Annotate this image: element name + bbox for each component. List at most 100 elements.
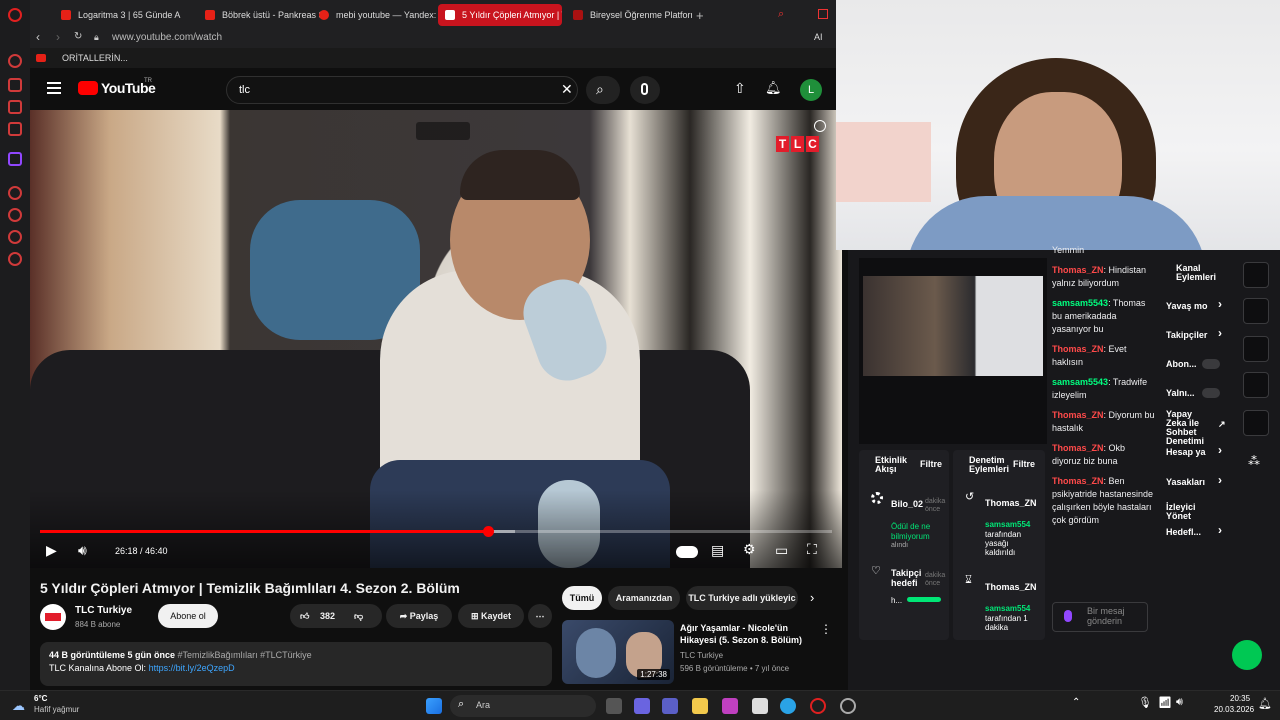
recommendation-thumbnail[interactable]: 1:27:38 (562, 620, 674, 684)
subscribe-button[interactable]: Abone ol (158, 604, 218, 628)
more-options-icon[interactable]: ⋮ (820, 622, 832, 636)
chat-username[interactable]: Thomas_ZN (1052, 265, 1104, 275)
save-button[interactable]: ⊞ Kaydet (458, 604, 524, 628)
play-icon[interactable]: ▶ (46, 542, 57, 559)
add-widget-icon[interactable]: ⁂ (1248, 454, 1260, 468)
channel-action-item[interactable]: Yasakları › (1166, 474, 1228, 487)
notifications-icon[interactable]: 🔔︎ (765, 80, 782, 96)
channel-action-item[interactable]: İzleyici Yönet (1166, 503, 1228, 521)
activity-filter[interactable]: Filtre (920, 459, 942, 469)
reload-icon[interactable]: ↻ (74, 31, 82, 42)
progress-bar[interactable] (40, 526, 832, 537)
chat-username[interactable]: Thomas_ZN (1052, 476, 1104, 486)
task-view-icon[interactable] (606, 698, 622, 714)
activity-rail-icon[interactable] (1243, 262, 1269, 288)
app-icon[interactable] (722, 698, 738, 714)
tab-bireysel[interactable]: Bireysel Öğrenme Platform (566, 4, 692, 26)
miniplayer-controls[interactable] (416, 122, 470, 140)
edge-icon[interactable] (780, 698, 796, 714)
clock-time[interactable]: 20:35 (1230, 694, 1250, 703)
avatar[interactable]: L (800, 79, 822, 101)
channel-action-item[interactable]: Yapay Zeka ile Sohbet Denetimi ↗ (1166, 410, 1228, 446)
channel-action-item[interactable]: Yalnı... (1166, 388, 1228, 398)
support-headset-icon[interactable] (1232, 640, 1262, 670)
info-icon[interactable] (814, 120, 826, 132)
description-box[interactable]: 44 B görüntüleme 5 gün önce #TemizlikBağ… (40, 642, 552, 686)
start-menu-icon[interactable] (426, 698, 442, 714)
settings-gear-icon[interactable]: ⚙ (743, 541, 756, 558)
wifi-icon[interactable]: 📶︎ (1158, 696, 1172, 709)
chip-all[interactable]: Tümü (562, 586, 602, 610)
like-count[interactable]: 382 (320, 604, 335, 628)
taskbar-search[interactable]: ⌕ Ara (450, 695, 596, 717)
extensions-icon[interactable] (8, 230, 22, 244)
opera-gx-icon[interactable] (840, 698, 856, 714)
tab-bobrek[interactable]: Böbrek üstü - Pankreas Sı (198, 4, 330, 26)
chat-mic-icon[interactable] (1064, 610, 1072, 622)
chat-username[interactable]: samsam5543 (1052, 298, 1108, 308)
search-tabs-icon[interactable]: ⌕ (778, 8, 784, 21)
progress-scrubber[interactable] (483, 526, 494, 537)
tab-mebi[interactable]: mebi youtube — Yandex: (312, 4, 440, 26)
fullscreen-icon[interactable]: ⛶ (807, 541, 817, 558)
channel-action-item[interactable]: Takipçiler › (1166, 327, 1228, 340)
new-tab-icon[interactable]: + (696, 8, 704, 23)
chat-username[interactable]: Thomas_ZN (1052, 410, 1104, 420)
store-icon[interactable] (752, 698, 768, 714)
youtube-logo-icon[interactable] (78, 81, 98, 95)
bookmark-link[interactable]: ORİTALLERİN... (62, 53, 128, 63)
chat-username[interactable]: samsam5543 (1052, 377, 1108, 387)
channel-action-item[interactable]: Yavaş mo › (1166, 298, 1228, 311)
stream-preview[interactable] (859, 258, 1047, 444)
settings-icon[interactable] (8, 252, 22, 266)
toggle-switch[interactable] (1202, 359, 1220, 369)
chat-username[interactable]: Thomas_ZN (1052, 344, 1104, 354)
file-explorer-icon[interactable] (692, 698, 708, 714)
mic-tray-icon[interactable]: 🎙︎ (1138, 696, 1152, 709)
hashtags[interactable]: #TemizlikBağımlıları #TLCTürkiye (178, 650, 312, 660)
tab-logaritma[interactable]: Logaritma 3 | 65 Günde A (54, 4, 200, 26)
channel-avatar[interactable] (40, 604, 66, 630)
back-icon[interactable]: ‹ (36, 30, 40, 44)
mod-rail-icon[interactable] (1243, 372, 1269, 398)
opera-icon[interactable] (810, 698, 826, 714)
opera-logo-icon[interactable] (8, 8, 22, 22)
voice-search-button[interactable] (630, 76, 660, 104)
clock-date[interactable]: 20.03.2026 (1214, 705, 1254, 714)
clear-search-icon[interactable]: ✕ (561, 81, 573, 98)
volume-icon[interactable]: 🔊︎ (78, 542, 87, 559)
mail-icon[interactable] (8, 122, 22, 136)
volume-tray-icon[interactable]: 🔊︎ (1176, 696, 1183, 709)
mod-actor[interactable]: samsam554 (985, 520, 1030, 529)
tray-chevron-icon[interactable]: ⌃ (1072, 697, 1080, 708)
mod-filter[interactable]: Filtre (1013, 459, 1035, 469)
theater-mode-icon[interactable]: ▭ (775, 542, 788, 559)
aria-icon[interactable] (8, 54, 22, 68)
autoplay-toggle[interactable] (676, 546, 698, 558)
url-field[interactable]: www.youtube.com/watch (112, 32, 222, 43)
chip-uploader[interactable]: TLC Turkiye adlı yükleyic (686, 586, 798, 610)
upload-icon[interactable]: ⇧ (734, 80, 746, 97)
channel-name[interactable]: TLC Turkiye (75, 605, 132, 616)
subtitles-icon[interactable]: ▤ (711, 542, 724, 559)
toggle-switch[interactable] (1202, 388, 1220, 398)
forward-icon[interactable]: › (56, 30, 60, 44)
subscribe-link[interactable]: https://bit.ly/2eQzepD (149, 663, 235, 673)
chat-rail-icon[interactable] (1243, 298, 1269, 324)
more-actions-icon[interactable]: ⋯ (528, 604, 552, 628)
instagram-icon[interactable] (8, 100, 22, 114)
chat-username[interactable]: Thomas_ZN (1052, 443, 1104, 453)
recommendation-channel[interactable]: TLC Turkiye (680, 651, 723, 660)
channel-action-item[interactable]: Hedefl... › (1166, 524, 1228, 537)
activity-user[interactable]: Bilo_02 (891, 499, 923, 509)
channel-action-item[interactable]: Abon... (1166, 359, 1228, 369)
share-button[interactable]: ➦ Paylaş (386, 604, 452, 628)
like-icon[interactable]: 👍︎ (300, 604, 309, 628)
chip-from-search[interactable]: Aramanızdan (608, 586, 680, 610)
twitch-icon[interactable] (8, 152, 22, 166)
teams-icon[interactable] (662, 698, 678, 714)
history-icon[interactable] (8, 208, 22, 222)
mod-target-user[interactable]: Thomas_ZN (985, 498, 1037, 508)
tab-active-video[interactable]: 5 Yıldır Çöpleri Atmıyor | T (438, 4, 562, 26)
dislike-icon[interactable]: 👎︎ (354, 604, 363, 628)
